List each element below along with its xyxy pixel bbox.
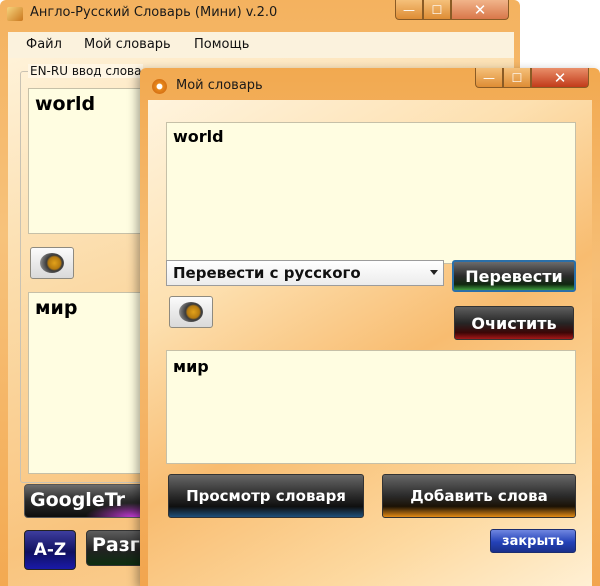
dict-minimize-button[interactable]: — <box>475 68 503 88</box>
view-dictionary-button[interactable]: Просмотр словаря <box>168 474 364 518</box>
chevron-down-icon <box>430 270 438 275</box>
az-button[interactable]: A-Z <box>24 530 76 570</box>
speak-dict-button[interactable] <box>169 296 213 328</box>
clear-button[interactable]: Очистить <box>454 306 574 340</box>
speaker-icon <box>40 253 64 273</box>
speak-source-button[interactable] <box>30 247 74 279</box>
app-icon <box>7 7 23 21</box>
main-close-button[interactable]: ✕ <box>451 0 509 20</box>
speaker-icon <box>179 302 203 322</box>
main-minimize-button[interactable]: — <box>395 0 423 20</box>
add-words-button[interactable]: Добавить слова <box>382 474 576 518</box>
result-text-output[interactable]: мир <box>28 292 148 474</box>
dict-input-text[interactable]: world <box>166 122 576 264</box>
source-text-input[interactable]: world <box>28 88 148 234</box>
translate-button[interactable]: Перевести <box>452 260 576 292</box>
main-maximize-button[interactable]: ☐ <box>423 0 451 20</box>
menu-bar: Файл Мой словарь Помощь <box>8 32 514 58</box>
close-dictionary-button[interactable]: закрыть <box>490 529 576 553</box>
menu-help[interactable]: Помощь <box>194 37 249 52</box>
dictionary-icon <box>152 79 167 94</box>
input-group-label: EN-RU ввод слова <box>28 64 144 78</box>
main-window-title: Англо-Русский Словарь (Мини) v.2.0 <box>30 5 278 20</box>
main-window-titlebar[interactable]: Англо-Русский Словарь (Мини) v.2.0 — ☐ ✕ <box>0 0 520 30</box>
google-translate-button[interactable]: GoogleTr <box>24 484 154 518</box>
dict-maximize-button[interactable]: ☐ <box>503 68 531 88</box>
menu-file[interactable]: Файл <box>26 37 62 52</box>
dict-close-button[interactable]: ✕ <box>531 68 589 88</box>
dict-output-text[interactable]: мир <box>166 350 576 464</box>
menu-my-dictionary[interactable]: Мой словарь <box>84 37 171 52</box>
direction-select-value: Перевести с русского <box>173 264 361 282</box>
direction-select[interactable]: Перевести с русского <box>166 260 444 286</box>
dictionary-window-title: Мой словарь <box>176 78 263 93</box>
